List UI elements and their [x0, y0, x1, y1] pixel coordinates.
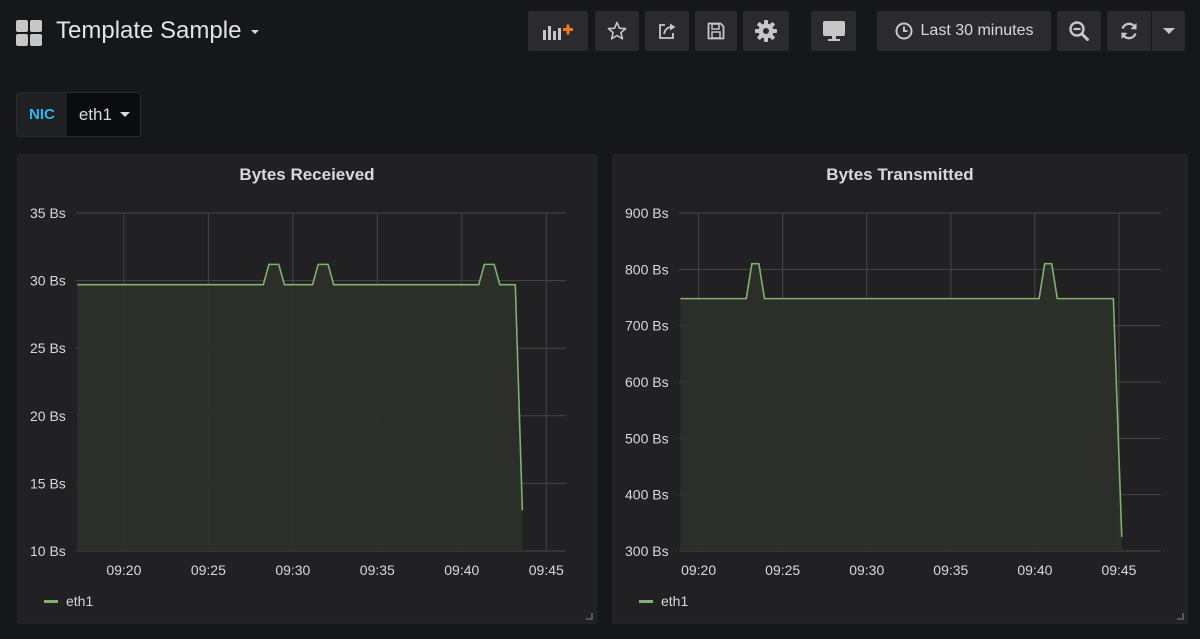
y-tick-label: 30 Bs	[30, 273, 66, 289]
graph-bytes-received[interactable]: 35 Bs 30 Bs 25 Bs 20 Bs 15 Bs 10 Bs 09:20 09:25…	[18, 155, 598, 625]
y-tick-label: 500 Bs	[625, 430, 669, 446]
y-tick-label: 600 Bs	[625, 374, 669, 390]
x-tick-label: 09:35	[360, 562, 395, 578]
caret-down-icon	[119, 112, 130, 117]
series-area-eth1	[77, 264, 523, 551]
variable-label: NIC	[17, 93, 67, 136]
panel-resize-handle[interactable]	[586, 613, 593, 620]
y-tick-label: 900 Bs	[625, 205, 669, 221]
refresh-interval-dropdown[interactable]	[1151, 10, 1186, 52]
refresh-icon	[1121, 22, 1137, 40]
settings-button[interactable]	[742, 10, 790, 52]
template-variable-nic: NIC eth1	[16, 92, 141, 137]
series-area-eth1	[680, 263, 1122, 551]
panel-resize-handle[interactable]	[1177, 613, 1184, 620]
x-tick-label: 09:20	[681, 562, 716, 578]
x-tick-label: 09:40	[1017, 562, 1052, 578]
tv-mode-button[interactable]	[810, 10, 857, 52]
x-tick-label: 09:45	[1101, 562, 1136, 578]
dashboard-navbar: Template Sample Last 30 minutes	[0, 0, 1200, 64]
refresh-button[interactable]	[1106, 10, 1152, 52]
y-tick-label: 700 Bs	[625, 318, 669, 334]
x-tick-label: 09:25	[765, 562, 800, 578]
y-tick-label: 35 Bs	[30, 205, 66, 221]
variable-value-dropdown[interactable]: eth1	[66, 93, 140, 136]
variable-value: eth1	[78, 104, 112, 124]
legend-item-eth1[interactable]: eth1	[639, 593, 688, 609]
y-tick-label: 10 Bs	[30, 543, 66, 559]
legend-label: eth1	[661, 593, 689, 609]
legend-label: eth1	[66, 593, 94, 609]
gear-icon	[755, 20, 777, 42]
legend-item-eth1[interactable]: eth1	[44, 593, 93, 609]
x-tick-label: 09:45	[529, 562, 564, 578]
share-button[interactable]	[644, 10, 690, 52]
monitor-icon	[822, 21, 845, 41]
star-icon	[607, 21, 627, 40]
zoom-out-icon	[1069, 21, 1089, 41]
x-tick-label: 09:30	[849, 562, 884, 578]
add-panel-icon	[543, 24, 573, 40]
save-button[interactable]	[694, 10, 738, 52]
y-tick-label: 15 Bs	[30, 475, 66, 491]
panel-bytes-received: Bytes Receieved 35 Bs 30 Bs 25 Bs 20 Bs 15 B…	[17, 154, 597, 624]
x-tick-label: 09:35	[933, 562, 968, 578]
dashboard-grid-icon[interactable]	[16, 20, 42, 46]
dashboard-title-dropdown[interactable]: Template Sample	[56, 17, 260, 45]
y-tick-label: 20 Bs	[30, 408, 66, 424]
star-button[interactable]	[594, 10, 640, 52]
y-tick-label: 25 Bs	[30, 340, 66, 356]
clock-icon	[895, 22, 913, 40]
dashboard-title: Template Sample	[56, 17, 242, 44]
chevron-down-icon	[1162, 28, 1175, 34]
caret-down-icon	[251, 29, 260, 34]
legend-swatch	[639, 599, 653, 603]
time-range-label: Last 30 minutes	[920, 22, 1034, 39]
x-tick-label: 09:20	[106, 562, 141, 578]
x-tick-label: 09:40	[444, 562, 479, 578]
panel-bytes-transmitted: Bytes Transmitted 900 Bs 800 Bs 700 Bs 600 …	[612, 154, 1188, 624]
save-icon	[707, 22, 725, 40]
x-tick-label: 09:30	[275, 562, 310, 578]
share-icon	[659, 23, 676, 39]
legend-swatch	[44, 599, 58, 603]
zoom-out-button[interactable]	[1056, 10, 1102, 52]
x-tick-label: 09:25	[191, 562, 226, 578]
time-picker-button[interactable]: Last 30 minutes	[876, 10, 1052, 52]
y-tick-label: 300 Bs	[625, 543, 669, 559]
add-panel-button[interactable]	[527, 10, 589, 52]
y-tick-label: 800 Bs	[625, 261, 669, 277]
graph-bytes-transmitted[interactable]: 900 Bs 800 Bs 700 Bs 600 Bs 500 Bs 400 Bs 300 …	[613, 155, 1189, 625]
y-tick-label: 400 Bs	[625, 487, 669, 503]
